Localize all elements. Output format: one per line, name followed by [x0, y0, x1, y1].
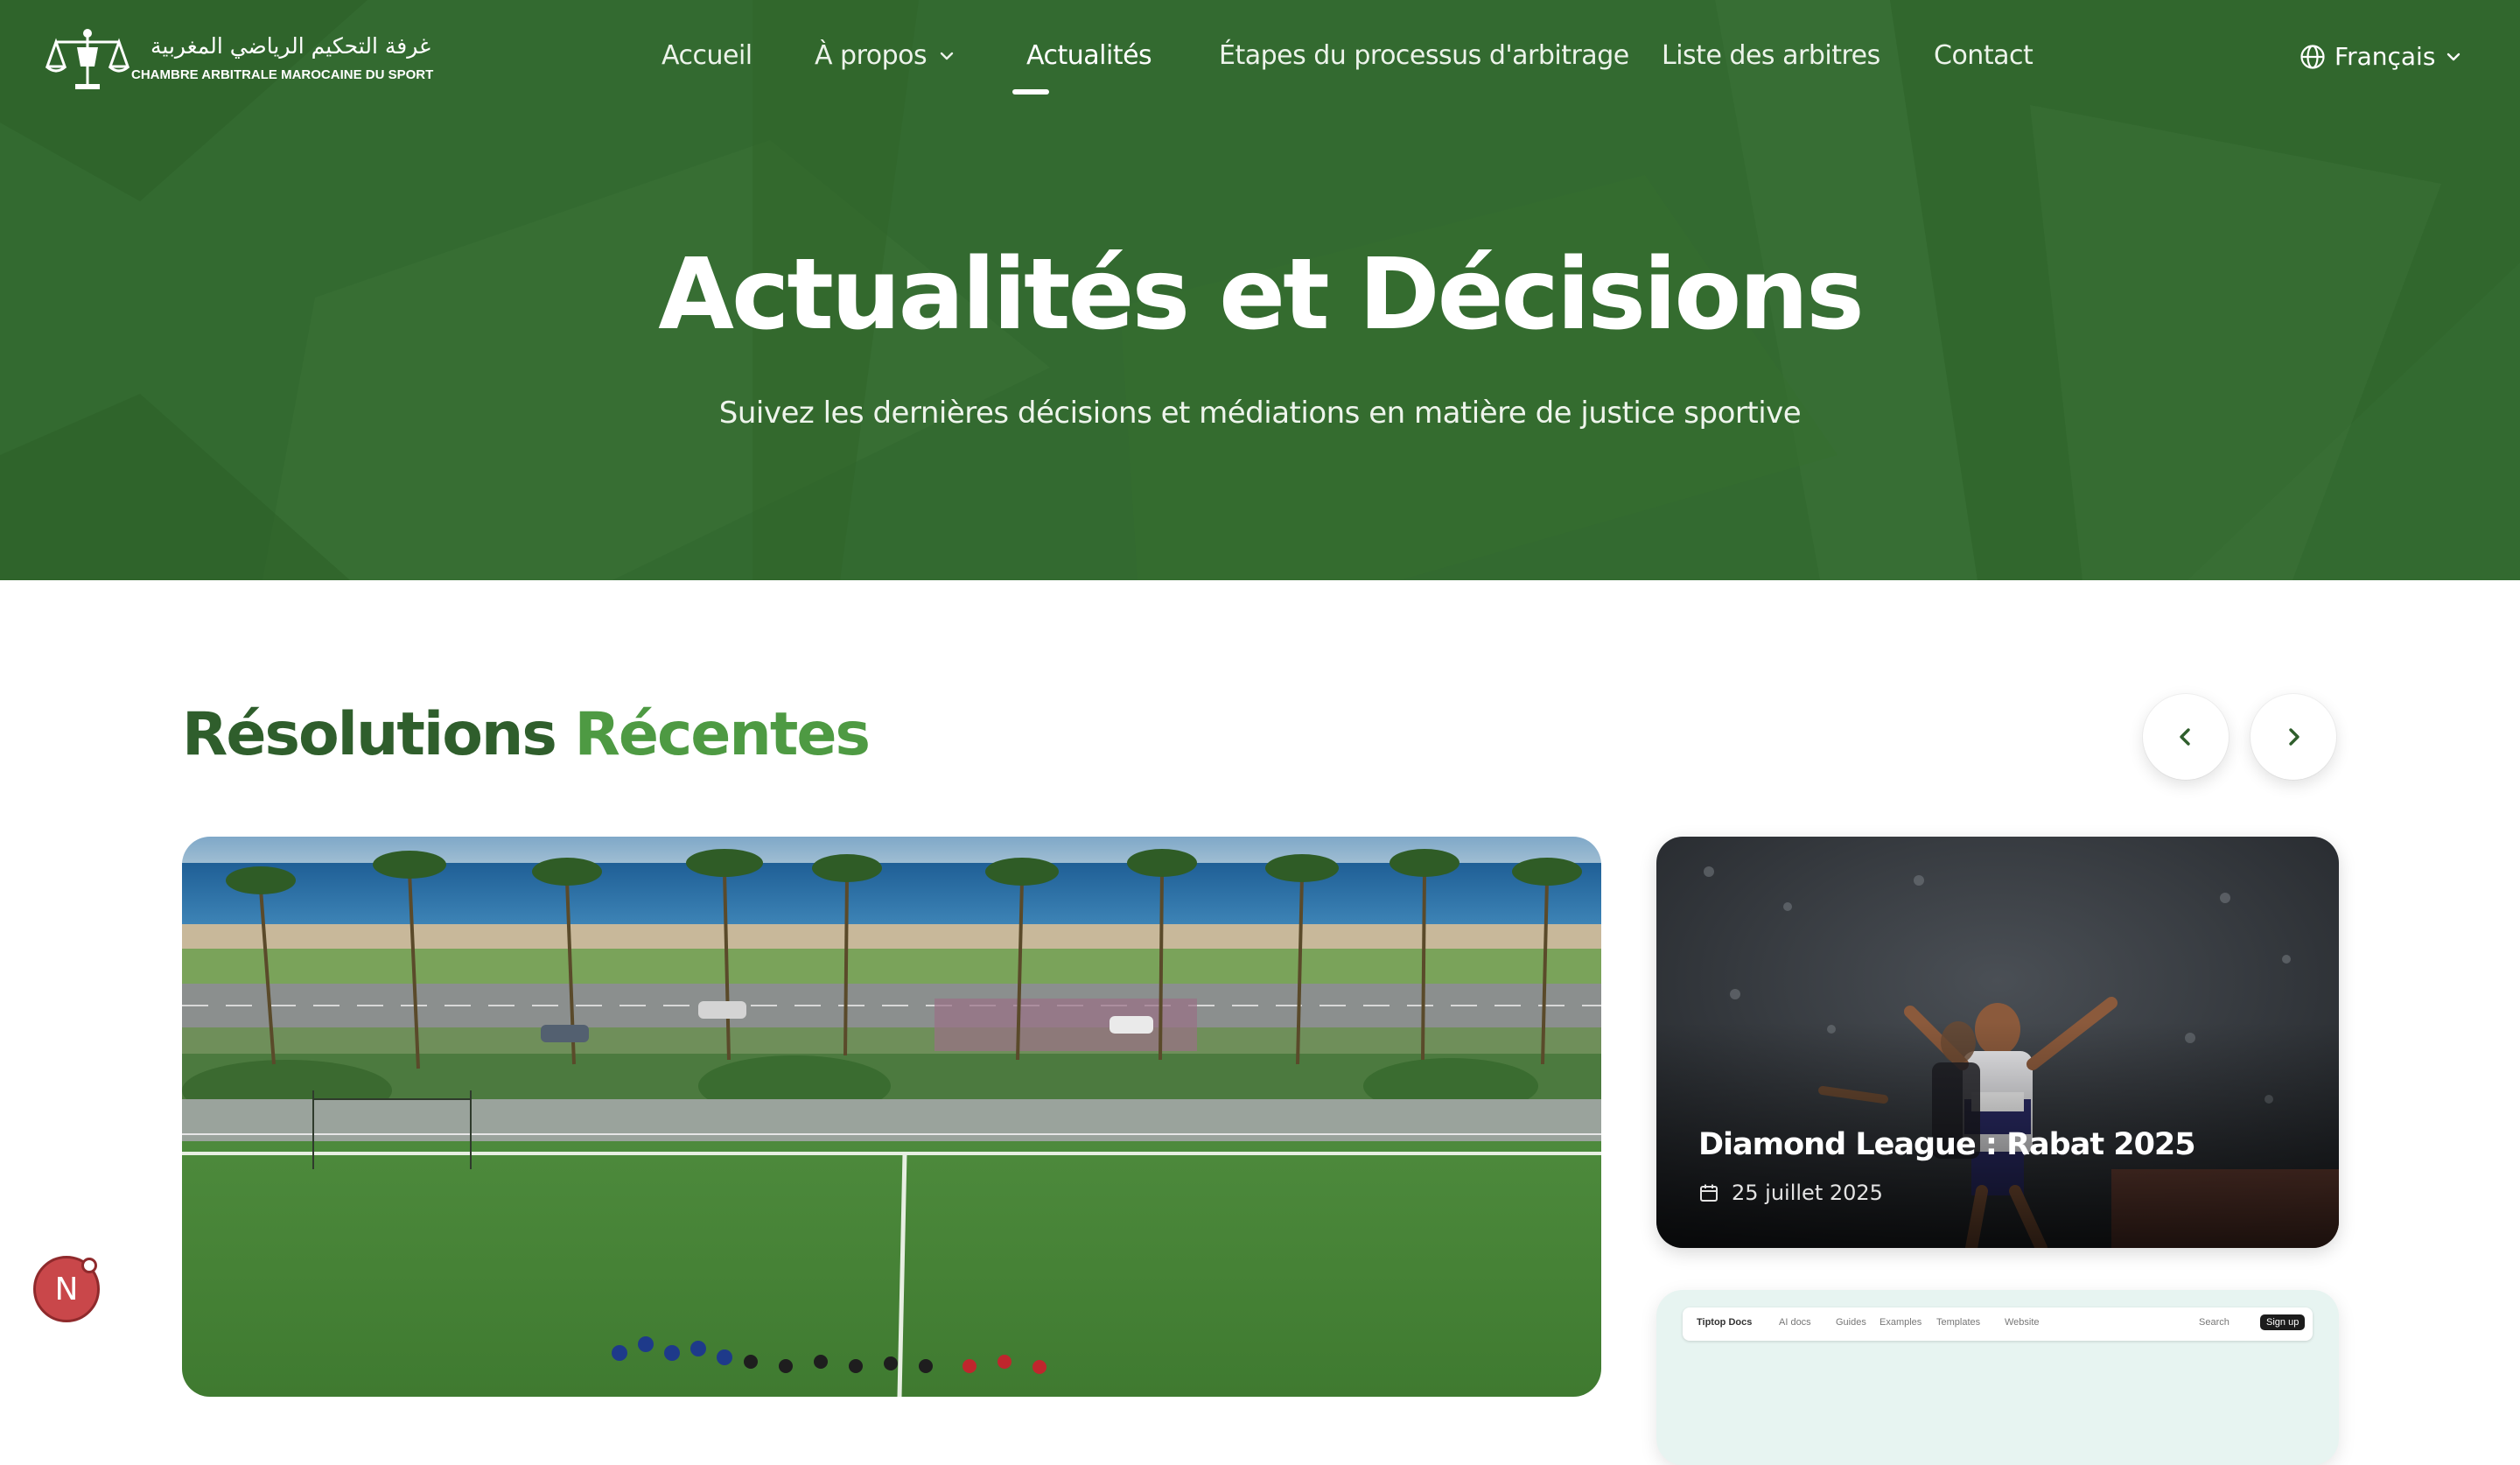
tiptop-link: Guides	[1836, 1317, 1866, 1328]
page-subtitle: Suivez les dernières décisions et médiat…	[718, 396, 1802, 431]
tiptop-search: Search	[2199, 1317, 2230, 1328]
tiptop-link: AI docs	[1779, 1317, 1811, 1328]
main-navigation: Accueil À propos Actualités Étapes du pr…	[0, 0, 2520, 96]
language-label: Français	[2334, 42, 2436, 71]
nav-item-contact[interactable]: Contact	[1934, 40, 2034, 71]
chevron-right-icon	[2289, 728, 2300, 746]
news-card-date: 25 juillet 2025	[1698, 1181, 1883, 1205]
tiptop-link: Examples	[1880, 1317, 1922, 1328]
tiptop-signup: Sign up	[2260, 1314, 2306, 1330]
page-title: Actualités et Décisions	[658, 238, 1864, 352]
tiptop-brand: Tiptop Docs	[1697, 1317, 1753, 1328]
hero-banner: غرفة التحكيم الرياضي المغربية CHAMBRE AR…	[0, 0, 2520, 580]
news-card-title: Diamond League : Rabat 2025	[1698, 1127, 2196, 1162]
nav-item-accueil[interactable]: Accueil	[662, 40, 752, 71]
nav-item-etapes[interactable]: Étapes du processus d'arbitrage	[1219, 40, 1629, 71]
calendar-icon	[1700, 1184, 1718, 1202]
tiptop-link: Website	[2005, 1317, 2040, 1328]
featured-news-image	[182, 837, 1601, 1397]
section-title: Résolutions Récentes	[182, 700, 871, 769]
section-title-part1: Résolutions	[182, 700, 557, 769]
nav-label: Accueil	[662, 40, 752, 71]
news-card-image: Tiptop Docs AI docs Guides Examples Temp…	[1683, 1307, 2313, 1341]
nav-item-a-propos[interactable]: À propos	[815, 40, 956, 71]
featured-news-card[interactable]	[182, 837, 1601, 1397]
chevron-down-icon	[2447, 53, 2460, 60]
active-nav-indicator	[1012, 89, 1049, 95]
nav-item-actualites[interactable]: Actualités	[1026, 40, 1152, 71]
tiptop-link: Templates	[1936, 1317, 1981, 1328]
nav-item-liste-arbitres[interactable]: Liste des arbitres	[1662, 40, 1880, 71]
section-title-part2: Récentes	[574, 700, 871, 769]
globe-icon	[2300, 44, 2325, 69]
nav-label: À propos	[815, 40, 928, 71]
nav-label: Actualités	[1026, 40, 1152, 71]
nav-label: Étapes du processus d'arbitrage	[1219, 40, 1629, 71]
news-card[interactable]: Tiptop Docs AI docs Guides Examples Temp…	[1656, 1290, 2339, 1465]
nav-label: Liste des arbitres	[1662, 40, 1880, 71]
avatar-initial: N	[54, 1271, 79, 1307]
notification-dot	[81, 1258, 97, 1273]
news-card-date-text: 25 juillet 2025	[1732, 1181, 1883, 1205]
carousel-prev-button[interactable]	[2143, 694, 2229, 780]
carousel-next-button[interactable]	[2250, 694, 2336, 780]
chevron-left-icon	[2180, 728, 2190, 746]
chevron-down-icon	[940, 52, 954, 60]
language-selector[interactable]: Français	[2300, 42, 2463, 71]
news-card[interactable]: Diamond League : Rabat 2025 25 juillet 2…	[1656, 837, 2339, 1248]
nav-label: Contact	[1934, 40, 2034, 71]
